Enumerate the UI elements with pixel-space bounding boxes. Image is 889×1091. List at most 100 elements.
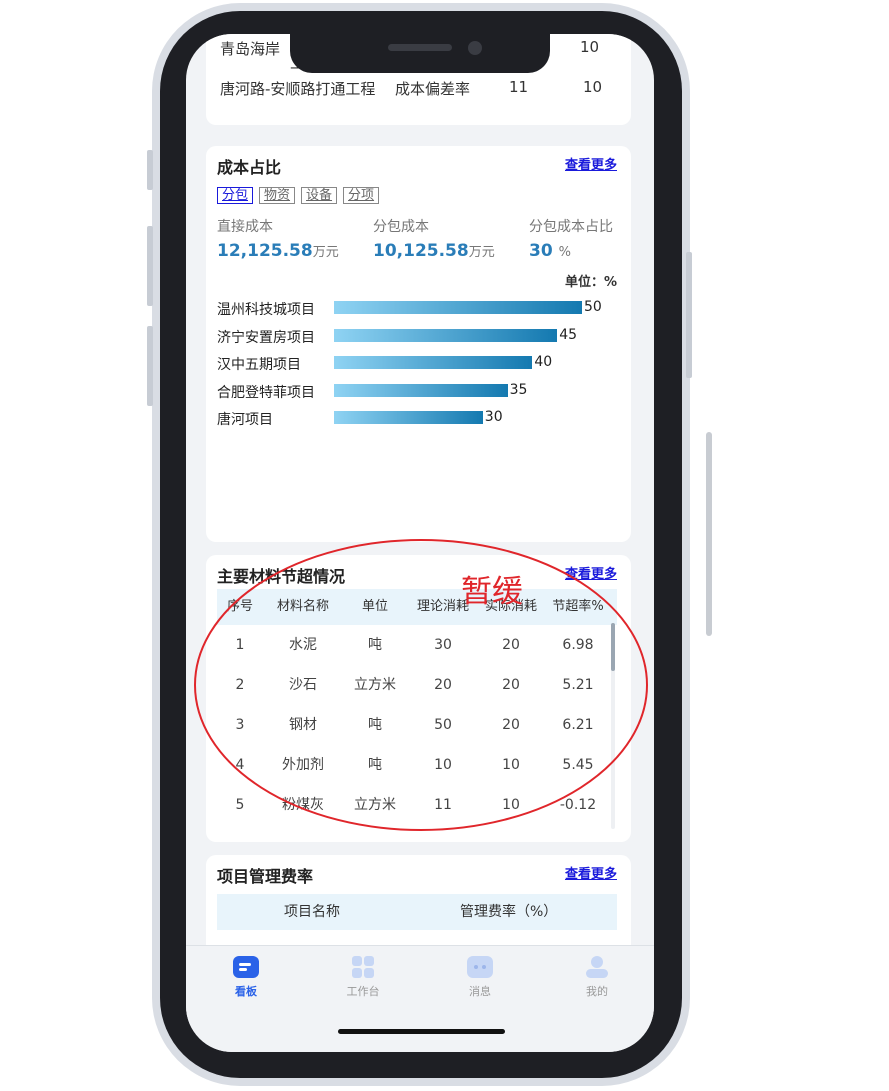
- view-more-link[interactable]: 查看更多: [565, 563, 617, 582]
- bar: [334, 328, 558, 342]
- phone-screen: 青岛海岸 工 10 唐河路-安顺路打通工程 成本偏差率 11 10 成本占比 查…: [186, 34, 654, 1052]
- bar: [334, 301, 582, 314]
- card-title: 主要材料节超情况: [217, 567, 346, 586]
- bar: [334, 356, 533, 369]
- bar-value-label: 35: [509, 381, 528, 398]
- stat-value: 30: [529, 241, 553, 261]
- table-row[interactable]: 3 钢材 吨 50 20 6.21: [217, 705, 617, 745]
- tab-messages[interactable]: 消息: [450, 956, 510, 999]
- tab-label: 我的: [586, 985, 608, 998]
- bar-category-label: 温州科技城项目: [217, 302, 315, 318]
- column-header: 节超率%: [552, 599, 604, 614]
- table-cell: 1: [235, 637, 245, 653]
- chart-unit-label: 单位：%: [564, 275, 617, 290]
- volume-up-button: [147, 226, 153, 306]
- tab-subcontract[interactable]: 分包: [217, 187, 254, 204]
- on-hold-stamp: 暂缓: [461, 574, 523, 610]
- materials-card: 主要材料节超情况 查看更多 序号 材料名称 单位 理论消耗 实际消耗 节超率% …: [206, 555, 631, 842]
- value-cell: 11: [509, 78, 529, 96]
- table-cell: 20: [502, 677, 520, 693]
- bar-category-label: 济宁安置房项目: [217, 329, 315, 346]
- subcontract-share-stat: 分包成本占比 30 %: [529, 216, 613, 261]
- bar-value-label: 45: [559, 326, 578, 343]
- table-cell: 20: [502, 717, 520, 733]
- bar-row: 汉中五期项目 40: [217, 354, 627, 373]
- stat-unit: 万元: [468, 245, 495, 260]
- table-header: 项目名称 管理费率（%）: [217, 894, 617, 930]
- project-name: 青岛海岸: [220, 40, 281, 58]
- subcontract-cost-stat: 分包成本 10,125.58万元: [373, 216, 495, 261]
- stat-value: 10,125.58: [373, 241, 469, 261]
- table-cell: 5.21: [562, 677, 594, 693]
- table-cell: 10: [502, 757, 520, 773]
- cost-share-card: 成本占比 查看更多 分包 物资 设备 分项 直接成本 12,125.58万元 分包成本…: [206, 146, 631, 542]
- table-cell: 吨: [368, 757, 382, 773]
- stat-unit: %: [558, 245, 571, 260]
- scrollbar-thumb[interactable]: [611, 623, 615, 671]
- table-scrollbar[interactable]: [611, 623, 615, 829]
- table-cell: 吨: [368, 637, 382, 653]
- table-row[interactable]: 唐河路-安顺路打通工程 成本偏差率 11 10: [220, 78, 621, 100]
- column-header: 序号: [226, 599, 253, 614]
- table-cell: 2: [235, 677, 245, 693]
- front-camera: [468, 41, 482, 55]
- bar-category-label: 合肥登特菲项目: [217, 384, 315, 401]
- tab-dashboard[interactable]: 看板: [216, 956, 276, 999]
- dashboard-icon: [233, 956, 259, 978]
- tab-materials[interactable]: 物资: [259, 187, 296, 204]
- stat-label: 分包成本占比: [529, 219, 613, 235]
- workbench-icon: [350, 956, 376, 978]
- table-cell: 6.98: [562, 637, 594, 653]
- table-cell: 20: [434, 677, 452, 693]
- bottom-tab-bar: 看板 工作台 消息 我的: [186, 945, 654, 1052]
- table-row[interactable]: 5 粉煤灰 立方米 11 10 -0.12: [217, 785, 617, 825]
- tab-equipment[interactable]: 设备: [301, 187, 338, 204]
- view-more-link[interactable]: 查看更多: [565, 154, 617, 173]
- stat-value: 12,125.58: [217, 241, 313, 261]
- table-cell: 20: [502, 637, 520, 653]
- table-row[interactable]: 4 外加剂 吨 10 10 5.45: [217, 745, 617, 785]
- bar-row: 唐河项目 30: [217, 409, 627, 428]
- table-cell: 6.21: [562, 717, 594, 733]
- cost-type-tabs: 分包 物资 设备 分项: [217, 184, 385, 204]
- bar: [334, 411, 483, 424]
- stat-unit: 万元: [312, 245, 339, 260]
- stat-label: 直接成本: [217, 219, 273, 235]
- table-cell: 吨: [368, 717, 382, 733]
- power-button: [686, 252, 692, 378]
- phone-notch: [290, 34, 550, 73]
- tab-label: 看板: [235, 985, 257, 998]
- mute-switch: [147, 150, 153, 190]
- tab-items[interactable]: 分项: [343, 187, 380, 204]
- stat-label: 分包成本: [373, 219, 429, 235]
- value-cell: 10: [580, 38, 600, 56]
- table-cell: 立方米: [354, 677, 396, 693]
- message-icon: [467, 956, 493, 978]
- page-scrollbar[interactable]: [706, 432, 712, 636]
- table-cell: 5.45: [562, 757, 594, 773]
- table-row[interactable]: 1 水泥 吨 30 20 6.98: [217, 625, 617, 665]
- bar-value-label: 40: [534, 354, 553, 370]
- view-more-link[interactable]: 查看更多: [565, 863, 617, 882]
- card-title: 项目管理费率: [217, 867, 314, 886]
- bar: [334, 383, 508, 397]
- table-cell: 5: [235, 797, 245, 813]
- profile-icon: [584, 956, 610, 978]
- table-cell: 10: [434, 757, 452, 773]
- metric-name: 成本偏差率: [395, 80, 471, 98]
- bar-category-label: 汉中五期项目: [217, 357, 301, 373]
- volume-down-button: [147, 326, 153, 406]
- direct-cost-stat: 直接成本 12,125.58万元: [217, 216, 339, 261]
- table-cell: 水泥: [289, 637, 317, 653]
- table-cell: 11: [434, 797, 452, 813]
- table-row[interactable]: 2 沙石 立方米 20 20 5.21: [217, 665, 617, 705]
- tab-profile[interactable]: 我的: [567, 956, 627, 999]
- home-indicator[interactable]: [338, 1029, 505, 1034]
- bar-category-label: 唐河项目: [217, 412, 273, 428]
- speaker-grille: [388, 44, 452, 51]
- tab-workbench[interactable]: 工作台: [333, 956, 393, 999]
- table-cell: 沙石: [289, 677, 317, 693]
- card-title: 成本占比: [217, 158, 282, 177]
- table-cell: 外加剂: [282, 757, 324, 773]
- materials-table[interactable]: 序号 材料名称 单位 理论消耗 实际消耗 节超率% 1 水泥吨 30 20 6.98 2 沙…: [217, 589, 617, 829]
